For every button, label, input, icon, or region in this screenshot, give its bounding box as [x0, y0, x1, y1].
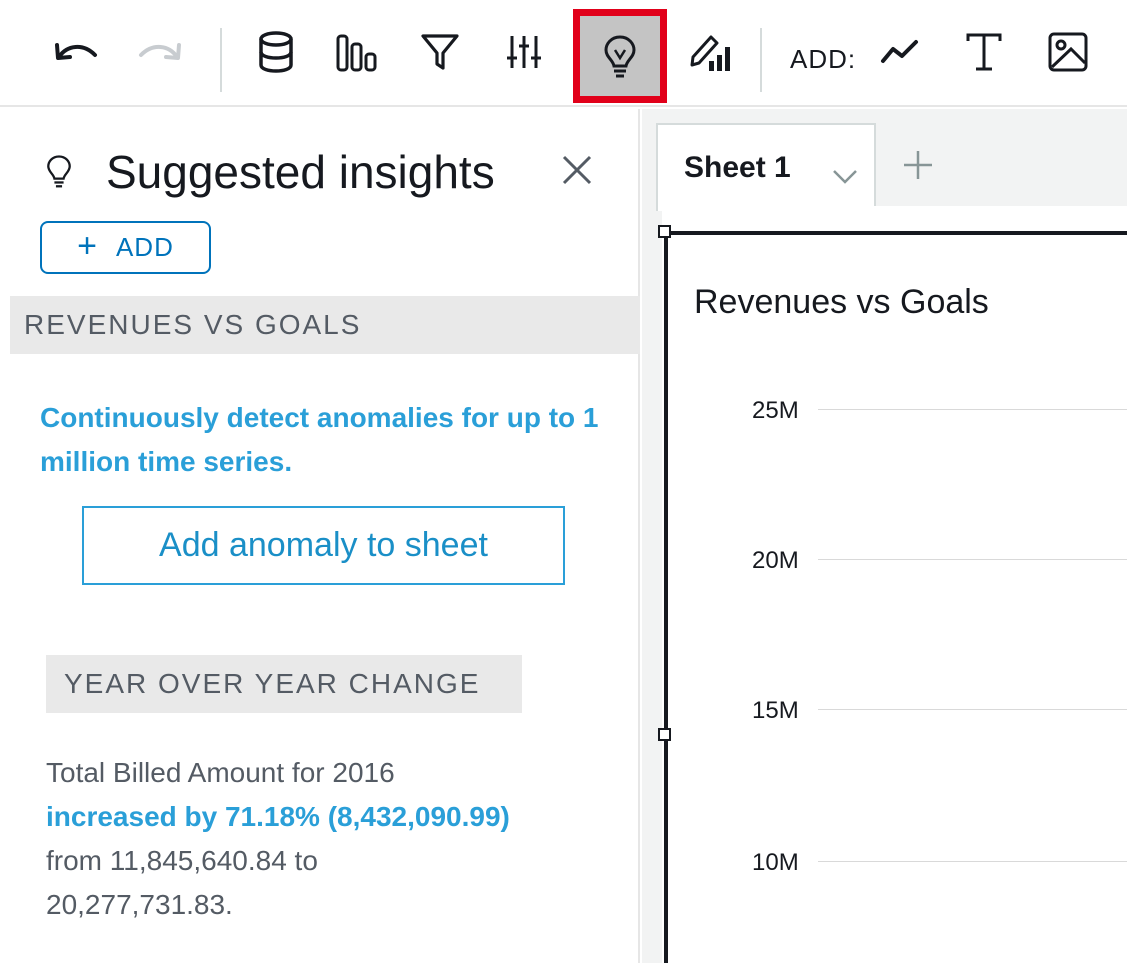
- chevron-down-icon[interactable]: [832, 159, 858, 193]
- undo-icon: [55, 43, 97, 60]
- bar-chart-icon: [336, 34, 377, 72]
- panel-title: Suggested insights: [106, 146, 495, 198]
- close-icon[interactable]: [560, 153, 594, 192]
- redo-icon: [139, 43, 181, 60]
- parameters-button[interactable]: [496, 24, 552, 80]
- lightbulb-icon: [46, 153, 72, 194]
- plus-icon: +: [77, 226, 98, 265]
- toolbar-divider: [220, 28, 222, 92]
- gridline: [818, 409, 1127, 410]
- add-visual-button[interactable]: [872, 24, 928, 80]
- dataset-button[interactable]: [248, 24, 304, 80]
- image-icon: [1048, 32, 1088, 72]
- filter-button[interactable]: [412, 24, 468, 80]
- resize-handle[interactable]: [658, 225, 671, 238]
- redo-button[interactable]: [132, 24, 188, 80]
- gridline: [818, 709, 1127, 710]
- sheet-area: Sheet 1 Revenues vs Goals 25M 20M 15M 10…: [642, 109, 1127, 963]
- toolbar: ADD:: [0, 0, 1127, 107]
- line-chart-icon: [881, 40, 918, 63]
- visual-title: Revenues vs Goals: [694, 283, 989, 321]
- add-insight-label: ADD: [115, 232, 174, 262]
- yoy-highlight: increased by 71.18% (8,432,090.99): [46, 801, 510, 832]
- insight-header-revenues: REVENUES VS GOALS: [10, 296, 640, 354]
- anomaly-promo-text[interactable]: Continuously detect anomalies for up to …: [40, 396, 620, 484]
- database-icon: [259, 31, 293, 73]
- tab-sheet-1[interactable]: Sheet 1: [656, 123, 876, 211]
- toolbar-divider: [760, 28, 762, 92]
- tab-label: Sheet 1: [684, 151, 791, 184]
- insight-header-yoy: YEAR OVER YEAR CHANGE: [46, 655, 522, 713]
- y-tick-label: 20M: [752, 547, 799, 574]
- format-visual-button[interactable]: [682, 24, 738, 80]
- insights-panel: Suggested insights + ADD REVENUES VS GOA…: [0, 109, 640, 963]
- y-tick-label: 25M: [752, 397, 799, 424]
- add-anomaly-button[interactable]: Add anomaly to sheet: [82, 506, 565, 585]
- add-insight-button[interactable]: + ADD: [40, 221, 211, 274]
- yoy-line-3: 20,277,731.83.: [46, 889, 233, 920]
- add-label: ADD:: [790, 44, 857, 74]
- sliders-icon: [507, 36, 541, 68]
- undo-button[interactable]: [48, 24, 104, 80]
- filter-icon: [421, 34, 459, 70]
- yoy-line-2: from 11,845,640.84 to: [46, 845, 318, 876]
- yoy-line-1: Total Billed Amount for 2016: [46, 757, 395, 788]
- insights-button[interactable]: [573, 9, 667, 103]
- lightbulb-icon: [604, 35, 636, 78]
- resize-handle[interactable]: [658, 728, 671, 741]
- y-tick-label: 10M: [752, 849, 799, 876]
- gridline: [818, 861, 1127, 862]
- text-icon: [966, 33, 1002, 71]
- add-image-button[interactable]: [1040, 24, 1096, 80]
- pencil-chart-icon: [690, 35, 730, 71]
- add-text-button[interactable]: [956, 24, 1012, 80]
- y-tick-label: 15M: [752, 697, 799, 724]
- revenues-visual[interactable]: Revenues vs Goals 25M 20M 15M 10M: [664, 231, 1127, 963]
- yoy-insight-text: Total Billed Amount for 2016 increased b…: [46, 751, 626, 927]
- add-sheet-icon[interactable]: [902, 149, 934, 186]
- gridline: [818, 559, 1127, 560]
- visualize-button[interactable]: [328, 24, 384, 80]
